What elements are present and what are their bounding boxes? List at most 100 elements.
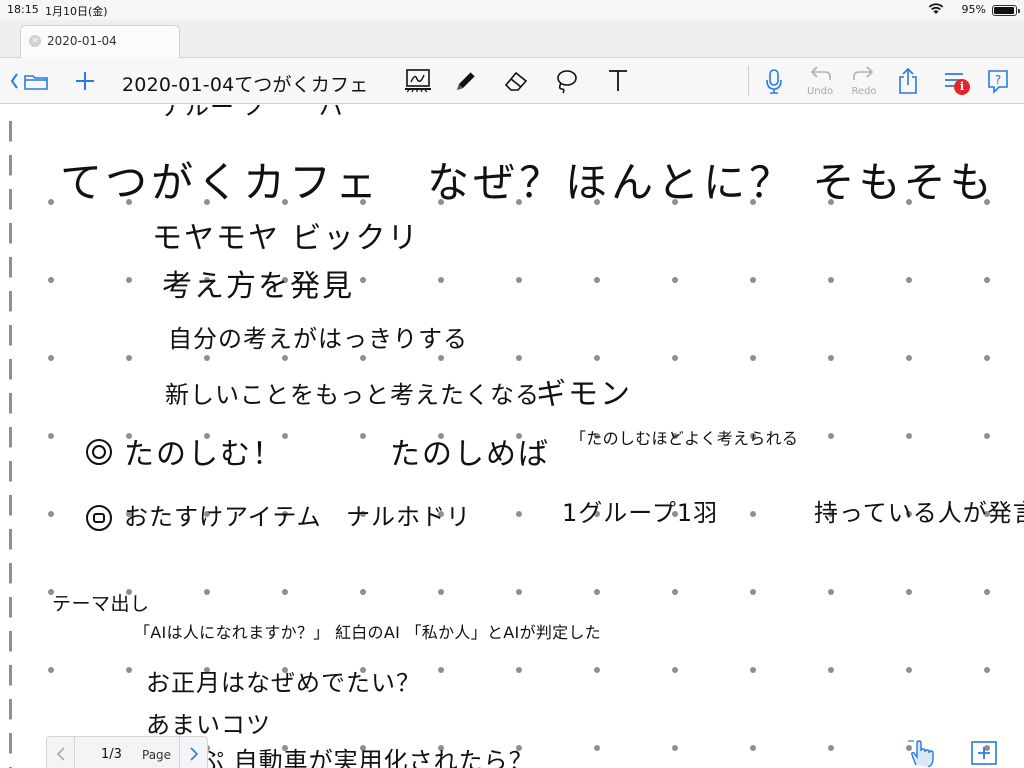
pen-tool[interactable]	[448, 58, 484, 104]
grid-dot	[126, 355, 132, 361]
theme-line-1: 「AIは人になれますか？」 紅白のAI 「私か人」とAIが判定した	[134, 623, 602, 642]
grid-dot	[516, 589, 522, 595]
notification-badge[interactable]: i	[954, 79, 970, 95]
chevron-right-icon	[189, 747, 198, 761]
undo-button[interactable]	[800, 58, 840, 104]
tab-title: 2020-01-04	[47, 34, 117, 48]
bullet2-text: おたすけアイテム	[124, 503, 322, 531]
document-title[interactable]: 2020-01-04てつがくカフェ	[122, 70, 368, 97]
theme-header: テーマ出し	[52, 593, 150, 615]
grid-dot	[672, 355, 678, 361]
document-tab[interactable]: × 2020-01-04	[20, 25, 180, 59]
zoom-window-icon	[405, 69, 431, 93]
cutoff-line: ナルー ノ ハ	[160, 105, 344, 121]
share-button[interactable]	[893, 58, 923, 104]
bullet1-text: たのしむ！	[124, 437, 284, 472]
grid-dot	[984, 667, 990, 673]
note-item-4: 新しいことをもっと考えたくなる	[165, 381, 540, 409]
plus-icon	[76, 72, 94, 90]
page-edge	[9, 121, 12, 768]
theme-line-3: あまいコツ	[146, 711, 271, 739]
grid-dot	[204, 589, 210, 595]
status-time: 18:15	[7, 3, 39, 16]
page-navigator: 1/3 Page	[46, 736, 208, 768]
eraser-icon	[504, 71, 528, 91]
note-item-5: ギモン	[536, 377, 632, 412]
close-tab-icon[interactable]: ×	[29, 35, 41, 47]
grid-dot	[438, 589, 444, 595]
battery-icon	[992, 5, 1020, 16]
redo-label: Redo	[851, 86, 877, 97]
grid-dot	[750, 745, 756, 751]
bullet2-item-2: 1グループ1羽	[562, 499, 719, 527]
note-item-3: 自分の考えがはっきりする	[168, 325, 468, 353]
lasso-tool[interactable]	[548, 58, 584, 104]
text-tool[interactable]	[600, 58, 636, 104]
microphone-button[interactable]	[758, 58, 790, 104]
grid-dot	[984, 433, 990, 439]
grid-dot	[438, 355, 444, 361]
tab-strip: × 2020-01-04	[0, 20, 1024, 59]
grid-dot	[750, 667, 756, 673]
bullet1-note: たのしめば	[390, 437, 550, 472]
page-indicator[interactable]: 1/3	[101, 747, 122, 762]
zoom-plus-icon	[971, 741, 997, 765]
grid-dot	[828, 277, 834, 283]
page-label: Page	[142, 748, 172, 762]
zoom-writing-tool[interactable]	[400, 58, 436, 104]
toolbar: 2020-01-04てつがくカフェ Undo Redo ?	[0, 58, 1024, 104]
grid-dot	[282, 589, 288, 595]
back-to-library-button[interactable]	[8, 58, 52, 104]
finger-mode-button[interactable]	[902, 736, 938, 768]
grid-dot	[828, 745, 834, 751]
grid-dot	[750, 589, 756, 595]
theme-line-2: お正月はなぜめでたい？	[146, 669, 421, 697]
undo-label: Undo	[806, 86, 834, 97]
toolbar-divider	[748, 66, 749, 96]
add-page-button[interactable]	[68, 58, 102, 104]
add-zoom-box-button[interactable]	[966, 736, 1002, 768]
grid-dot	[516, 667, 522, 673]
grid-dot	[48, 433, 54, 439]
folder-back-icon	[10, 73, 48, 90]
double-circle-bullet	[86, 439, 112, 465]
note-item-1: モヤモヤ ビックリ	[152, 221, 420, 256]
note-canvas[interactable]: ナルー ノ ハ てつがくカフェ なぜ？ほんとに？ そもそも モヤモヤ ビックリ …	[0, 105, 1024, 768]
eraser-tool[interactable]	[498, 58, 534, 104]
note-item-2: 考え方を発見	[162, 269, 354, 304]
share-icon	[899, 67, 917, 94]
grid-dot	[984, 355, 990, 361]
redo-button[interactable]	[844, 58, 884, 104]
grid-dot	[360, 277, 366, 283]
note-heading: てつがくカフェ なぜ？ほんとに？ そもそも	[60, 158, 996, 207]
battery-percent: 95%	[961, 3, 986, 16]
grid-dot	[750, 277, 756, 283]
grid-dot	[360, 355, 366, 361]
previous-page-button[interactable]	[47, 737, 75, 768]
status-bar: 18:15 1月10日(金) 95%	[0, 0, 1024, 20]
grid-dot	[984, 589, 990, 595]
grid-dot	[594, 355, 600, 361]
grid-dot	[672, 745, 678, 751]
lasso-icon	[557, 70, 577, 94]
grid-dot	[594, 277, 600, 283]
next-page-button[interactable]	[179, 737, 207, 768]
undo-icon	[810, 66, 831, 80]
redo-icon	[853, 66, 874, 80]
grid-dot	[360, 589, 366, 595]
bullet2-item-3: 持っている人が発言	[814, 499, 1024, 527]
circle-bullet	[86, 505, 112, 531]
grid-dot	[438, 277, 444, 283]
help-button[interactable]: ?	[982, 58, 1014, 104]
grid-dot	[906, 667, 912, 673]
theme-line-4: ぷ 自動車が実用化されたら？	[200, 747, 534, 768]
status-date: 1月10日(金)	[45, 5, 108, 18]
bullet2-item-1: ナルホドリ	[346, 503, 471, 531]
grid-dot	[828, 667, 834, 673]
grid-dot	[204, 355, 210, 361]
grid-dot	[48, 511, 54, 517]
hand-icon	[908, 740, 934, 767]
grid-dot	[126, 277, 132, 283]
microphone-icon	[766, 69, 782, 94]
grid-dot	[906, 433, 912, 439]
